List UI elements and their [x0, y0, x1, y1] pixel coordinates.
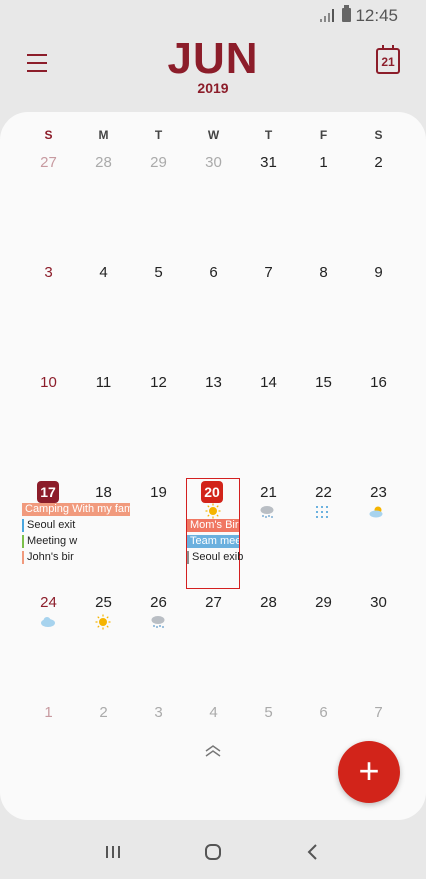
day-cell[interactable]: 27 — [21, 154, 76, 171]
weekday-wed: W — [207, 128, 220, 142]
calendar-header: JUN 2019 21 — [0, 32, 426, 112]
weekday-sun: S — [44, 128, 53, 142]
event-camping[interactable]: Camping With my fam — [22, 503, 130, 516]
day-cell[interactable]: 13 — [186, 374, 241, 391]
day-cell[interactable]: 29 — [131, 154, 186, 171]
day-cell[interactable]: 4 — [76, 264, 131, 281]
day-cell[interactable]: 29 — [296, 594, 351, 611]
day-cell[interactable]: 22 — [296, 484, 351, 501]
status-time: 12:45 — [355, 6, 398, 25]
day-cell[interactable]: 6 — [186, 264, 241, 281]
event-team-meeting[interactable]: Team mee — [187, 535, 239, 548]
system-navigation-bar — [0, 830, 426, 879]
day-cell[interactable]: 3 — [21, 264, 76, 281]
day-cell[interactable]: 7 — [241, 264, 296, 281]
day-cell[interactable]: 9 — [351, 264, 406, 281]
sun-icon — [95, 614, 111, 630]
day-cell[interactable]: 10 — [21, 374, 76, 391]
day-cell[interactable]: 1 — [296, 154, 351, 171]
event-johns-birthday[interactable]: John's bir — [22, 551, 81, 564]
weekday-tue: T — [154, 128, 163, 142]
weekday-header: S M T W T F S — [21, 128, 406, 144]
day-cell[interactable]: 31 — [241, 154, 296, 171]
snow-cloud-icon — [260, 506, 274, 518]
day-cell[interactable]: 24 — [21, 594, 76, 611]
weekday-thu: T — [264, 128, 273, 142]
day-cell[interactable]: 8 — [296, 264, 351, 281]
day-cell[interactable]: 11 — [76, 374, 131, 391]
day-cell[interactable]: 5 — [131, 264, 186, 281]
home-icon[interactable] — [198, 840, 228, 864]
day-cell[interactable]: 28 — [76, 154, 131, 171]
selected-day-outline — [186, 478, 240, 589]
day-cell[interactable]: 18 — [76, 484, 131, 501]
today-calendar-icon[interactable]: 21 — [376, 45, 400, 74]
day-cell[interactable]: 2 — [76, 704, 131, 721]
day-cell[interactable]: 16 — [351, 374, 406, 391]
add-event-button[interactable]: + — [338, 741, 400, 803]
sun-icon — [205, 503, 221, 519]
day-cell[interactable]: 26 — [131, 594, 186, 611]
snow-cloud-icon — [151, 616, 165, 628]
day-cell[interactable]: 21 — [241, 484, 296, 501]
day-cell[interactable]: 19 — [131, 484, 186, 501]
day-cell[interactable]: 12 — [131, 374, 186, 391]
day-cell[interactable]: 27 — [186, 594, 241, 611]
day-cell[interactable]: 2 — [351, 154, 406, 171]
weekday-fri: F — [319, 128, 328, 142]
month-grid: S M T W T F S 27 28 29 30 31 1 2 3 4 5 6… — [0, 112, 426, 820]
day-cell[interactable]: 14 — [241, 374, 296, 391]
month-title[interactable]: JUN — [0, 34, 426, 84]
day-cell[interactable]: 6 — [296, 704, 351, 721]
back-icon[interactable] — [298, 840, 328, 864]
recent-apps-icon[interactable] — [98, 840, 128, 864]
day-cell[interactable]: 15 — [296, 374, 351, 391]
day-cell[interactable]: 3 — [131, 704, 186, 721]
weekday-mon: M — [98, 128, 109, 142]
event-seoul-exit[interactable]: Seoul exit — [22, 519, 81, 532]
day-cell-selected-17[interactable]: 17 — [37, 481, 59, 503]
day-cell[interactable]: 30 — [351, 594, 406, 611]
day-cell[interactable]: 5 — [241, 704, 296, 721]
weekday-sat: S — [374, 128, 383, 142]
rain-icon — [316, 506, 328, 518]
signal-icon — [320, 9, 336, 22]
event-moms-birthday[interactable]: Mom's Bir — [187, 519, 239, 532]
day-cell[interactable]: 30 — [186, 154, 241, 171]
event-seoul-exhibition[interactable]: Seoul exib — [187, 551, 244, 564]
day-cell[interactable]: 7 — [351, 704, 406, 721]
day-cell[interactable]: 28 — [241, 594, 296, 611]
day-cell[interactable]: 4 — [186, 704, 241, 721]
day-cell[interactable]: 23 — [351, 484, 406, 501]
battery-icon — [342, 5, 351, 22]
day-cell[interactable]: 1 — [21, 704, 76, 721]
event-meeting[interactable]: Meeting w — [22, 535, 81, 548]
sun-cloud-icon — [369, 506, 383, 518]
cloud-icon — [41, 617, 55, 627]
day-cell[interactable]: 25 — [76, 594, 131, 611]
status-bar: 12:45 — [0, 0, 426, 32]
year-label: 2019 — [197, 80, 229, 96]
collapse-chevron-icon[interactable] — [203, 744, 223, 758]
